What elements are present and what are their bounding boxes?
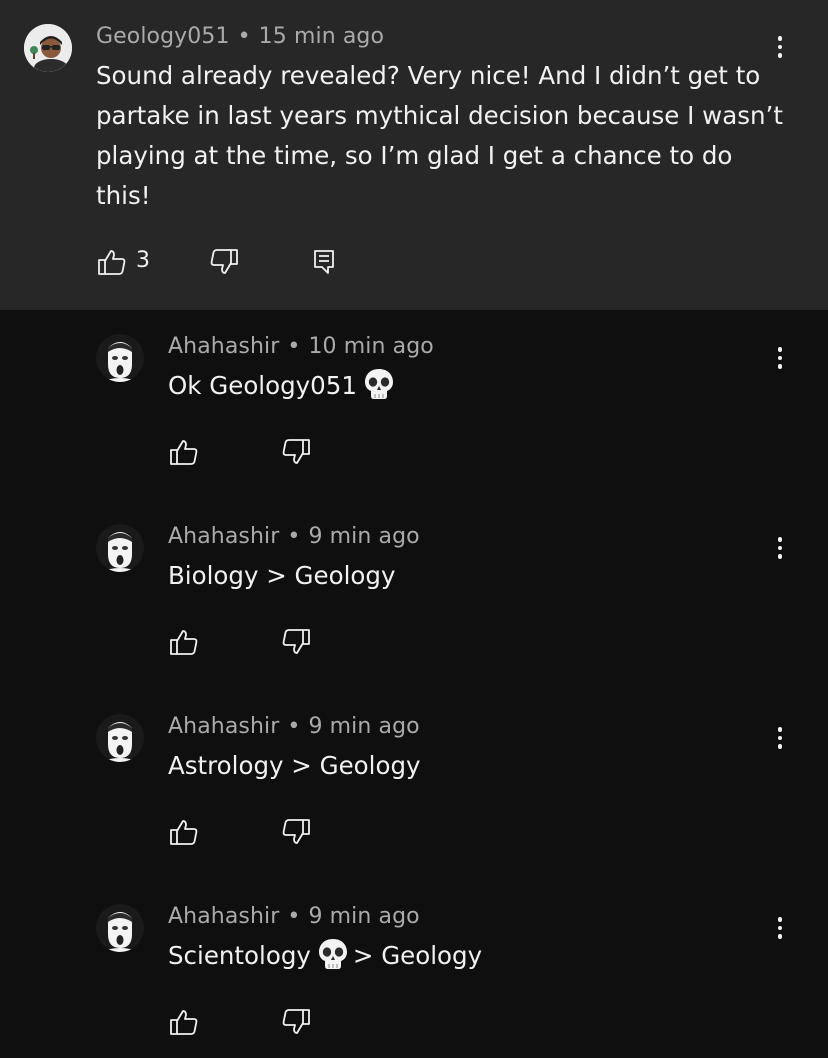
like-count: 3 [136, 248, 150, 273]
comment-meta: Geology051 • 15 min ago [96, 24, 384, 49]
meta-separator: • [287, 904, 301, 929]
reply-meta: Ahahashir • 10 min ago [168, 334, 434, 359]
reply-text: Biology > Geology [168, 556, 395, 596]
meta-separator: • [287, 714, 301, 739]
highlighted-parent-comment: Geology051 • 15 min ago Sound already reve… [0, 0, 828, 310]
avatar-geology051[interactable] [24, 24, 72, 72]
more-options-button[interactable] [770, 722, 790, 754]
avatar-image [24, 24, 72, 72]
comment-timestamp[interactable]: 10 min ago [308, 334, 433, 359]
meta-separator: • [287, 524, 301, 549]
author-name[interactable]: Ahahashir [168, 904, 279, 929]
dislike-button[interactable] [280, 816, 312, 848]
more-vertical-icon [777, 36, 783, 41]
avatar-ahahashir[interactable] [96, 524, 144, 572]
more-options-button[interactable] [770, 342, 790, 374]
reply-text-segment: Biology > Geology [168, 561, 396, 590]
avatar-image [96, 904, 144, 952]
more-vertical-icon [777, 917, 783, 922]
thumbs-down-icon [282, 819, 310, 844]
more-vertical-icon [777, 727, 783, 732]
avatar-image [96, 714, 144, 762]
meta-separator: • [237, 24, 251, 49]
thumbs-up-icon [170, 630, 198, 655]
avatar-ahahashir[interactable] [96, 714, 144, 762]
more-options-button[interactable] [770, 532, 790, 564]
dislike-button[interactable] [280, 1006, 312, 1038]
reply-text: Scientology > Geology [168, 936, 482, 976]
avatar-ahahashir[interactable] [96, 334, 144, 382]
comment-timestamp[interactable]: 9 min ago [308, 714, 419, 739]
reply-meta: Ahahashir • 9 min ago [168, 714, 420, 739]
thumbs-up-icon [98, 250, 126, 275]
avatar-image [96, 524, 144, 572]
author-name[interactable]: Ahahashir [168, 334, 279, 359]
comment-timestamp[interactable]: 9 min ago [308, 904, 419, 929]
dislike-button[interactable] [280, 626, 312, 658]
reply-text-segment: Astrology > Geology [168, 751, 421, 780]
meta-separator: • [287, 334, 301, 359]
thumbs-down-icon [282, 439, 310, 464]
thumbs-up-icon [170, 1010, 198, 1035]
comment-timestamp[interactable]: 15 min ago [259, 24, 384, 49]
reply-text-segment: Ok Geology051 [168, 371, 357, 400]
thumbs-up-icon [170, 440, 198, 465]
reply-text: Astrology > Geology [168, 746, 421, 786]
avatar-ahahashir[interactable] [96, 904, 144, 952]
comment-text: Sound already revealed? Very nice! And I… [96, 61, 783, 210]
skull-emoji-icon [364, 369, 393, 399]
like-button[interactable] [168, 816, 200, 848]
more-vertical-icon [777, 537, 783, 542]
like-button[interactable] [168, 436, 200, 468]
reply-text-segment: > Geology [352, 941, 483, 970]
dislike-button[interactable] [280, 436, 312, 468]
more-options-button[interactable] [770, 912, 790, 944]
reply-text-segment: Scientology [168, 941, 311, 970]
author-name[interactable]: Ahahashir [168, 524, 279, 549]
thumbs-down-icon [282, 629, 310, 654]
like-button[interactable] [168, 1006, 200, 1038]
skull-emoji-icon [318, 939, 347, 969]
avatar-image [96, 334, 144, 382]
author-name[interactable]: Ahahashir [168, 714, 279, 739]
dislike-button[interactable] [208, 246, 240, 278]
reply-text: Ok Geology051 [168, 366, 399, 406]
thumbs-down-icon [210, 249, 238, 274]
more-options-button[interactable] [770, 31, 790, 63]
author-name[interactable]: Geology051 [96, 24, 230, 49]
comment-timestamp[interactable]: 9 min ago [308, 524, 419, 549]
like-button[interactable] [96, 246, 128, 278]
reply-button[interactable] [308, 246, 340, 278]
thumbs-down-icon [282, 1009, 310, 1034]
reply-meta: Ahahashir • 9 min ago [168, 524, 420, 549]
more-vertical-icon [777, 347, 783, 352]
thumbs-up-icon [170, 820, 198, 845]
reply-comment-icon [314, 250, 334, 274]
reply-meta: Ahahashir • 9 min ago [168, 904, 420, 929]
like-button[interactable] [168, 626, 200, 658]
